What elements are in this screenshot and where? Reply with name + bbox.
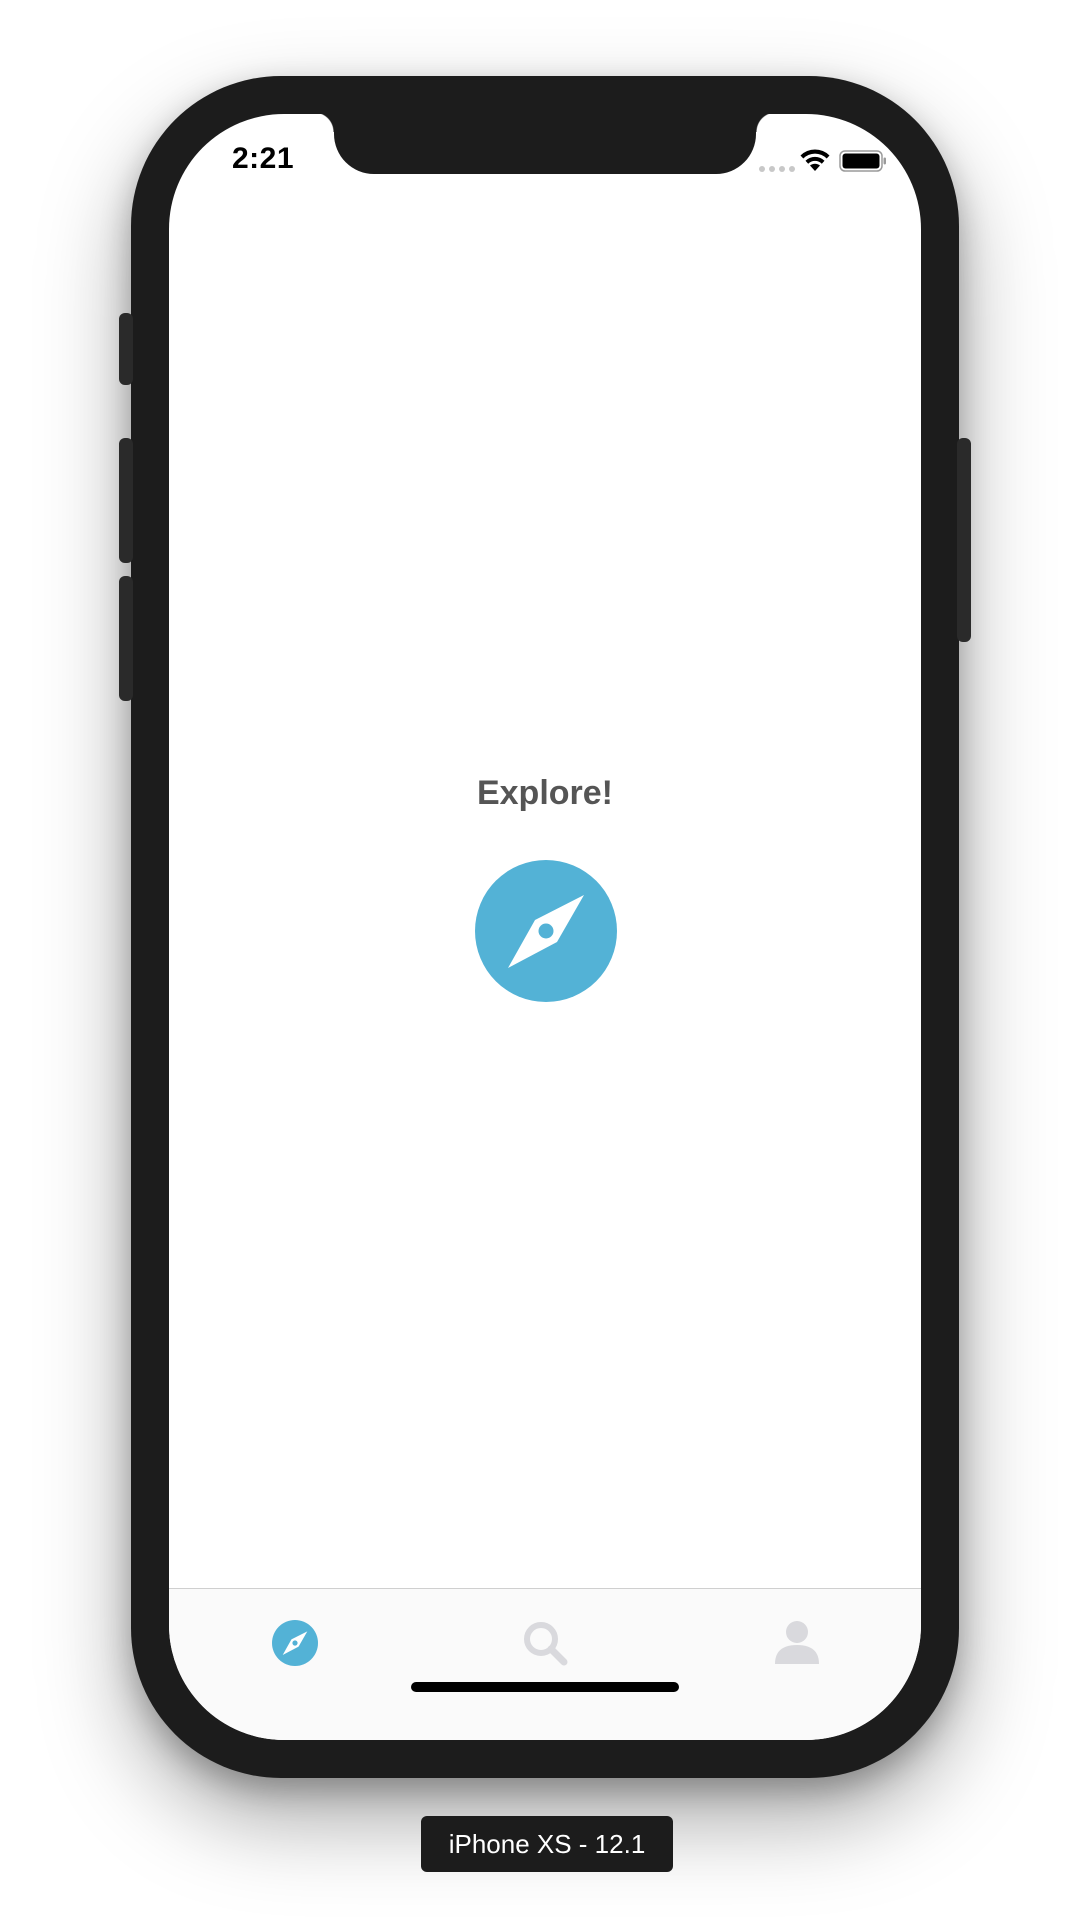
volume-down-button — [119, 576, 133, 701]
status-time: 2:21 — [232, 142, 295, 175]
power-button — [957, 438, 971, 642]
cellular-signal-icon — [759, 166, 795, 172]
app-screen: 2:21 Explore! — [169, 114, 921, 1740]
volume-up-button — [119, 438, 133, 563]
wifi-icon — [800, 149, 830, 171]
compass-icon — [272, 1620, 318, 1666]
notch — [314, 114, 776, 174]
tab-profile[interactable] — [767, 1613, 827, 1673]
page-title: Explore! — [476, 774, 614, 812]
search-icon — [524, 1622, 568, 1666]
silent-switch — [119, 313, 133, 385]
device-label: iPhone XS - 12.1 — [421, 1816, 673, 1872]
simulator-stage: 2:21 Explore! iPhone XS - 12.1 — [0, 0, 1090, 1928]
tab-explore[interactable] — [265, 1613, 325, 1673]
compass-icon — [475, 860, 617, 1002]
tab-search[interactable] — [515, 1613, 575, 1673]
tab-bar — [169, 1588, 921, 1740]
battery-icon — [839, 150, 886, 172]
iphone-frame: 2:21 Explore! — [119, 76, 971, 1778]
user-icon — [775, 1621, 819, 1664]
home-indicator[interactable] — [411, 1682, 679, 1692]
